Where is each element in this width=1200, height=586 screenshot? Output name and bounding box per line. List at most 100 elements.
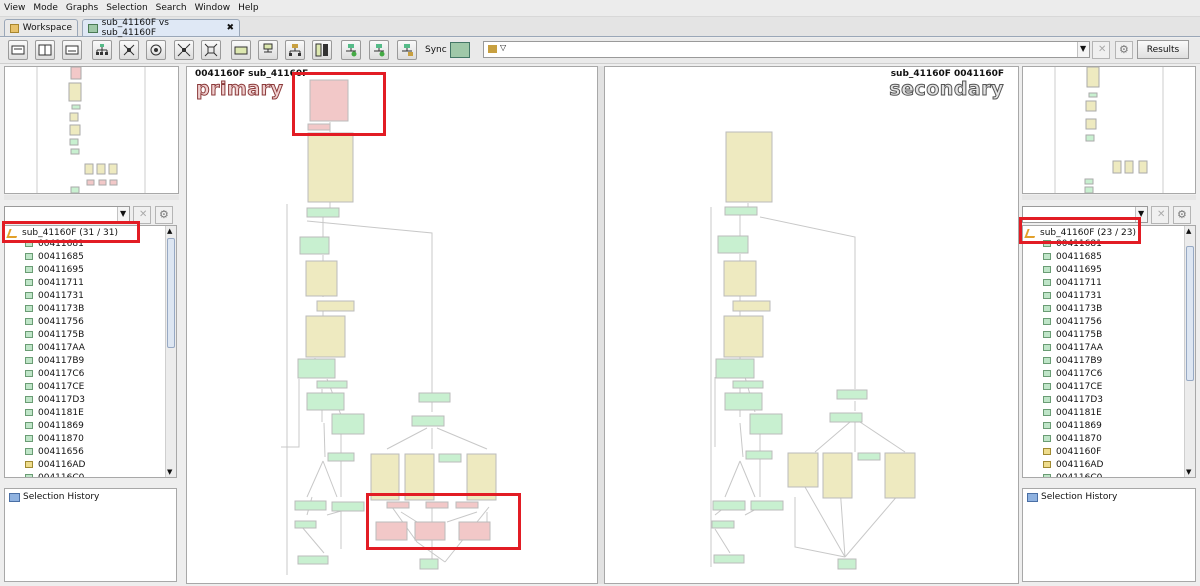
block-matched[interactable] bbox=[331, 501, 365, 512]
scroll-up-icon[interactable]: ▲ bbox=[1186, 227, 1191, 235]
tree-node[interactable]: 004117D3 bbox=[5, 393, 165, 406]
block-matched[interactable] bbox=[327, 452, 355, 462]
tree-node[interactable]: 004117C6 bbox=[1023, 367, 1183, 380]
tree-node[interactable]: 00411711 bbox=[5, 276, 165, 289]
menu-search[interactable]: Search bbox=[156, 3, 187, 13]
tree-node[interactable]: 00411731 bbox=[5, 289, 165, 302]
block-matched[interactable] bbox=[724, 206, 758, 216]
menu-window[interactable]: Window bbox=[195, 3, 231, 13]
proximity-browsing-button[interactable] bbox=[231, 40, 251, 60]
tree-node[interactable]: 004117AA bbox=[1023, 341, 1183, 354]
tree-node[interactable]: 004116AD bbox=[5, 458, 165, 471]
block-matched[interactable] bbox=[713, 554, 745, 564]
tab-diff[interactable]: sub_41160F vs sub_41160F ✖ bbox=[82, 18, 240, 38]
right-splitter-top[interactable] bbox=[1022, 195, 1196, 200]
right-tree-scrollbar[interactable]: ▲ ▼ bbox=[1184, 226, 1195, 477]
tree-node[interactable]: 0041173B bbox=[1023, 302, 1183, 315]
search-settings-button[interactable]: ⚙ bbox=[1115, 41, 1133, 59]
sync-toggle-button[interactable] bbox=[450, 42, 470, 58]
right-selection-history[interactable]: Selection History bbox=[1023, 489, 1195, 505]
block-changed[interactable] bbox=[732, 300, 771, 312]
left-tree-scroll-thumb[interactable] bbox=[167, 238, 175, 348]
scroll-down-icon[interactable]: ▼ bbox=[167, 468, 172, 476]
tree-node[interactable]: 00411756 bbox=[1023, 315, 1183, 328]
select-successors-button[interactable] bbox=[285, 40, 305, 60]
block-changed[interactable] bbox=[305, 315, 346, 358]
tree-node[interactable]: 00411870 bbox=[1023, 432, 1183, 445]
zoom-to-selection-button[interactable] bbox=[201, 40, 221, 60]
block-matched[interactable] bbox=[857, 452, 881, 461]
block-changed[interactable] bbox=[884, 452, 916, 499]
graph-settings-button[interactable] bbox=[341, 40, 361, 60]
toggle-secondary-view-button[interactable] bbox=[62, 40, 82, 60]
close-tab-icon[interactable]: ✖ bbox=[226, 23, 234, 33]
block-matched[interactable] bbox=[750, 500, 784, 511]
tree-node[interactable]: 004117C6 bbox=[5, 367, 165, 380]
left-tree-scrollbar[interactable]: ▲ ▼ bbox=[165, 226, 176, 477]
block-matched[interactable] bbox=[829, 412, 863, 423]
tree-node[interactable]: 00411869 bbox=[1023, 419, 1183, 432]
block-matched[interactable] bbox=[294, 500, 327, 511]
tree-node[interactable]: 00411870 bbox=[5, 432, 165, 445]
tree-node[interactable]: 0041173B bbox=[5, 302, 165, 315]
menu-help[interactable]: Help bbox=[238, 3, 259, 13]
block-changed[interactable] bbox=[723, 260, 757, 297]
menu-selection[interactable]: Selection bbox=[106, 3, 147, 13]
menu-mode[interactable]: Mode bbox=[33, 3, 58, 13]
right-clear-filter-button[interactable]: ✕ bbox=[1151, 206, 1169, 224]
tree-node[interactable]: 00411731 bbox=[1023, 289, 1183, 302]
tab-workspace[interactable]: Workspace bbox=[4, 19, 78, 36]
scroll-down-icon[interactable]: ▼ bbox=[1186, 468, 1191, 476]
block-matched[interactable] bbox=[411, 415, 445, 427]
left-selection-history[interactable]: Selection History bbox=[5, 489, 176, 505]
tree-node[interactable]: 00411711 bbox=[1023, 276, 1183, 289]
left-filter-dropdown[interactable]: ▼ bbox=[117, 207, 129, 222]
tree-node[interactable]: 00411685 bbox=[1023, 250, 1183, 263]
block-changed[interactable] bbox=[822, 452, 853, 499]
block-matched[interactable] bbox=[732, 380, 764, 389]
block-matched[interactable] bbox=[297, 555, 329, 565]
block-matched[interactable] bbox=[712, 500, 746, 511]
block-matched[interactable] bbox=[297, 358, 336, 379]
block-matched[interactable] bbox=[724, 392, 763, 411]
block-matched[interactable] bbox=[418, 392, 451, 403]
select-neighbors-button[interactable] bbox=[258, 40, 278, 60]
lock-graph-button[interactable] bbox=[397, 40, 417, 60]
tree-node[interactable]: 004116C0 bbox=[5, 471, 165, 477]
block-changed[interactable] bbox=[316, 300, 355, 312]
tree-node[interactable]: 004117B9 bbox=[5, 354, 165, 367]
scroll-up-icon[interactable]: ▲ bbox=[167, 227, 172, 235]
block-large-changed[interactable] bbox=[725, 131, 773, 203]
tree-node[interactable]: 00411756 bbox=[5, 315, 165, 328]
results-button[interactable]: Results bbox=[1137, 40, 1189, 59]
tree-node[interactable]: 004117B9 bbox=[1023, 354, 1183, 367]
toggle-primary-view-button[interactable] bbox=[8, 40, 28, 60]
block-matched[interactable] bbox=[294, 520, 317, 529]
tree-node[interactable]: 0041175B bbox=[1023, 328, 1183, 341]
toggle-combined-view-button[interactable] bbox=[35, 40, 55, 60]
search-combo[interactable]: ▽ ▼ bbox=[483, 41, 1090, 58]
clear-search-button[interactable]: ✕ bbox=[1092, 41, 1110, 59]
block-matched[interactable] bbox=[836, 389, 868, 400]
block-matched[interactable] bbox=[715, 358, 755, 379]
tree-node[interactable]: 004117CE bbox=[5, 380, 165, 393]
block-matched[interactable] bbox=[331, 413, 365, 435]
tree-node[interactable]: 004116AD bbox=[1023, 458, 1183, 471]
tree-node[interactable]: 004117AA bbox=[5, 341, 165, 354]
chevron-down-icon[interactable]: ▽ bbox=[500, 43, 506, 52]
block-matched[interactable] bbox=[419, 558, 439, 570]
right-tree-scroll-thumb[interactable] bbox=[1186, 246, 1194, 381]
tree-node[interactable]: 00411695 bbox=[1023, 263, 1183, 276]
block-matched[interactable] bbox=[717, 235, 749, 254]
tree-node[interactable]: 0041181E bbox=[5, 406, 165, 419]
hierarchic-layout-button[interactable] bbox=[92, 40, 112, 60]
refresh-graph-button[interactable] bbox=[369, 40, 389, 60]
tree-node[interactable]: 0041175B bbox=[5, 328, 165, 341]
tree-node[interactable]: 004117D3 bbox=[1023, 393, 1183, 406]
secondary-overview[interactable] bbox=[1022, 66, 1196, 194]
tree-node[interactable]: 00411869 bbox=[5, 419, 165, 432]
tree-node[interactable]: 004117CE bbox=[1023, 380, 1183, 393]
select-predecessors-button[interactable] bbox=[312, 40, 332, 60]
block-matched[interactable] bbox=[438, 453, 462, 463]
block-matched[interactable] bbox=[306, 392, 345, 411]
